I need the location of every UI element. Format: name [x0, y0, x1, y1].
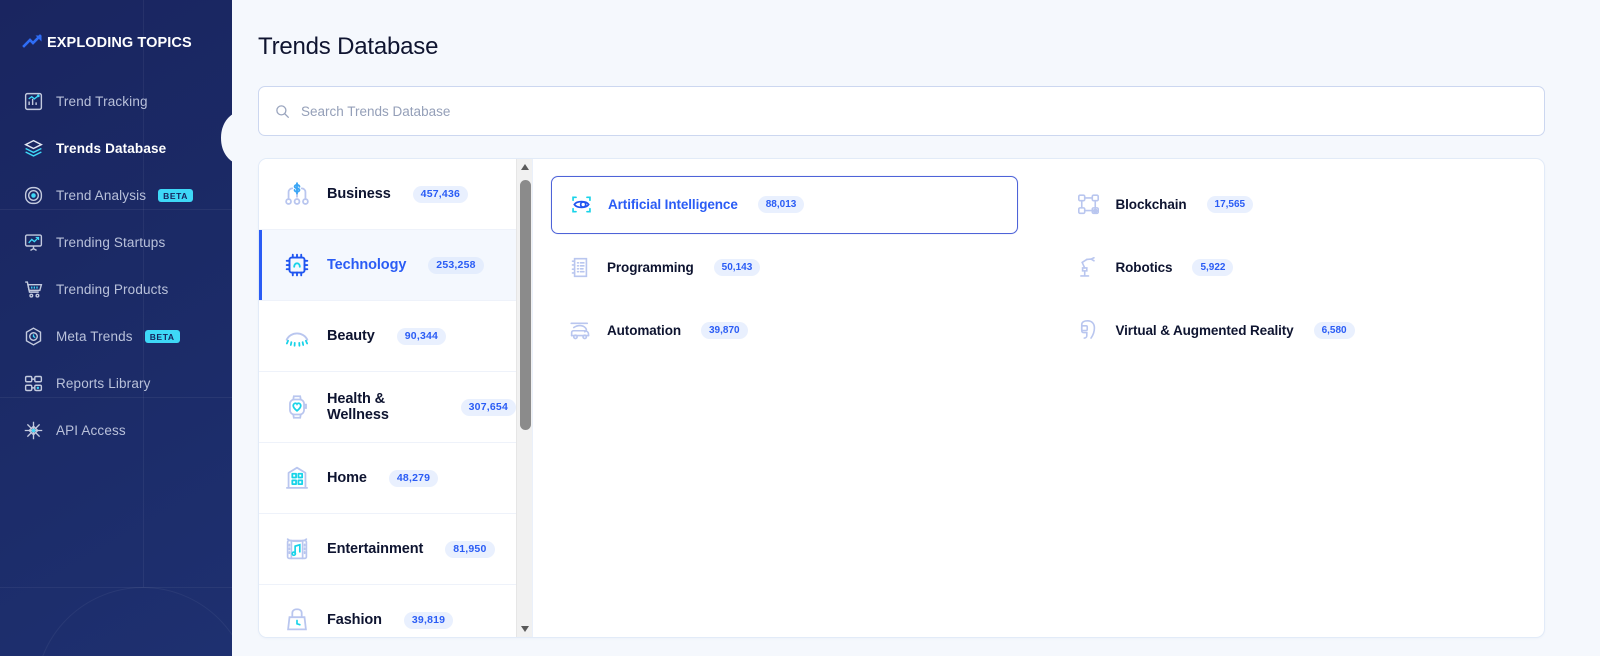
- hexagon-clock-icon: [22, 326, 44, 348]
- chart-bars-icon: [22, 91, 44, 113]
- sidebar-nav: Trend Tracking Trends Database Trend Ana…: [0, 78, 232, 454]
- sidebar-item-trends-database[interactable]: Trends Database: [0, 125, 232, 172]
- subcategory-item-artificial-intelligence[interactable]: Artificial Intelligence 88,013: [551, 175, 1018, 234]
- sidebar-item-trending-products[interactable]: Trending Products: [0, 266, 232, 313]
- sidebar-item-label: Trend Tracking: [56, 94, 148, 109]
- subcategory-count: 5,922: [1192, 259, 1234, 276]
- category-name: Fashion: [327, 612, 382, 628]
- category-list: Business 457,436 Technology 253,258 Beau…: [259, 159, 516, 637]
- business-dollar-icon: [280, 177, 314, 211]
- search-icon: [275, 104, 290, 119]
- category-item-technology[interactable]: Technology 253,258: [259, 230, 516, 301]
- search-bar[interactable]: [258, 86, 1545, 136]
- trend-arrow-icon: [22, 33, 44, 54]
- subcategory-item-robotics[interactable]: Robotics 5,922: [1060, 239, 1527, 297]
- sidebar-item-trend-tracking[interactable]: Trend Tracking: [0, 78, 232, 125]
- category-count: 253,258: [428, 256, 484, 274]
- shopping-cart-icon: [22, 279, 44, 301]
- subcategory-count: 88,013: [757, 196, 805, 213]
- subcategory-item-virtual-augmented-reality[interactable]: Virtual & Augmented Reality 6,580: [1060, 302, 1527, 360]
- category-count: 457,436: [412, 185, 469, 203]
- presentation-chart-icon: [22, 232, 44, 254]
- film-music-icon: [280, 532, 314, 566]
- sidebar-item-label: Meta Trends: [56, 329, 133, 344]
- category-item-fashion[interactable]: Fashion 39,819: [259, 585, 516, 637]
- category-scrollbar[interactable]: [516, 159, 532, 637]
- sidebar-item-label: Reports Library: [56, 376, 151, 391]
- category-count: 90,344: [396, 327, 447, 345]
- subcategory-item-programming[interactable]: Programming 50,143: [551, 239, 1018, 297]
- subcategory-name: Programming: [607, 260, 694, 275]
- sidebar-item-reports-library[interactable]: Reports Library: [0, 360, 232, 407]
- subcategory-count: 6,580: [1313, 322, 1355, 339]
- chip-icon: [280, 248, 314, 282]
- search-input[interactable]: [301, 103, 1528, 119]
- subcategory-item-blockchain[interactable]: Blockchain 17,565: [1060, 176, 1527, 234]
- subcategory-grid: Artificial Intelligence 88,013 Blockchai…: [533, 159, 1544, 637]
- layers-icon: [22, 138, 44, 160]
- ai-eye-scan-icon: [566, 190, 596, 220]
- sidebar-decoration-arc: [35, 587, 232, 656]
- sidebar-item-label: Trending Startups: [56, 235, 166, 250]
- category-name: Technology: [327, 257, 407, 273]
- category-name: Business: [327, 186, 391, 202]
- trends-browser-panel: Business 457,436 Technology 253,258 Beau…: [258, 158, 1545, 638]
- smartwatch-heart-icon: [280, 390, 314, 424]
- sidebar-item-api-access[interactable]: API Access: [0, 407, 232, 454]
- scrollbar-thumb[interactable]: [519, 180, 531, 430]
- status-badge-beta: BETA: [158, 189, 194, 202]
- subcategory-name: Robotics: [1115, 260, 1173, 275]
- category-column: Business 457,436 Technology 253,258 Beau…: [259, 159, 533, 637]
- api-burst-icon: [22, 420, 44, 442]
- category-item-home[interactable]: Home 48,279: [259, 443, 516, 514]
- subcategory-count: 39,870: [701, 322, 748, 339]
- scrollbar-up-arrow[interactable]: [517, 159, 532, 175]
- subcategory-name: Blockchain: [1115, 197, 1187, 212]
- sidebar-item-label: Trends Database: [56, 141, 167, 156]
- house-icon: [280, 461, 314, 495]
- sidebar-item-label: Trend Analysis: [56, 188, 147, 203]
- category-item-beauty[interactable]: Beauty 90,344: [259, 301, 516, 372]
- category-count: 39,819: [403, 611, 454, 629]
- code-document-icon: [565, 253, 595, 283]
- server-list-icon: [22, 373, 44, 395]
- robot-arm-icon: [1074, 253, 1104, 283]
- automation-car-icon: [565, 316, 595, 346]
- category-count: 81,950: [445, 540, 495, 558]
- handbag-icon: [280, 603, 314, 637]
- main-content: Trends Database Search Trends Database B…: [232, 0, 1600, 656]
- sidebar-decoration-horizontal-line: [0, 587, 232, 588]
- sidebar: EXPLODING TOPICS Trend Tracking Trends D…: [0, 0, 232, 656]
- sidebar-item-trending-startups[interactable]: Trending Startups: [0, 219, 232, 266]
- page-title: Trends Database: [258, 33, 439, 60]
- category-name: Home: [327, 470, 367, 486]
- status-badge-beta: BETA: [144, 330, 180, 343]
- subcategory-name: Artificial Intelligence: [608, 197, 738, 212]
- category-item-health-wellness[interactable]: Health & Wellness 307,654: [259, 372, 516, 443]
- brand-logo[interactable]: EXPLODING TOPICS: [0, 0, 232, 60]
- category-name: Health & Wellness: [327, 391, 389, 423]
- category-count: 307,654: [460, 398, 516, 416]
- target-rings-icon: [22, 185, 44, 207]
- vr-headset-icon: [1074, 316, 1104, 346]
- sidebar-item-trend-analysis[interactable]: Trend Analysis BETA: [0, 172, 232, 219]
- scrollbar-down-arrow[interactable]: [517, 621, 532, 637]
- sidebar-item-label: API Access: [56, 423, 126, 438]
- category-item-business[interactable]: Business 457,436: [259, 159, 516, 230]
- subcategory-name: Automation: [607, 323, 681, 338]
- category-item-entertainment[interactable]: Entertainment 81,950: [259, 514, 516, 585]
- subcategory-count: 50,143: [713, 259, 761, 276]
- sidebar-item-label: Trending Products: [56, 282, 169, 297]
- subcategory-name: Virtual & Augmented Reality: [1115, 323, 1294, 338]
- subcategory-item-automation[interactable]: Automation 39,870: [551, 302, 1018, 360]
- category-name: Entertainment: [327, 541, 424, 557]
- eyelash-icon: [280, 319, 314, 353]
- category-name: Beauty: [327, 328, 375, 344]
- blockchain-nodes-icon: [1074, 190, 1104, 220]
- brand-name: EXPLODING TOPICS: [47, 35, 192, 51]
- category-count: 48,279: [388, 469, 439, 487]
- sidebar-item-meta-trends[interactable]: Meta Trends BETA: [0, 313, 232, 360]
- subcategory-count: 17,565: [1206, 196, 1254, 213]
- app-root: EXPLODING TOPICS Trend Tracking Trends D…: [0, 0, 1600, 656]
